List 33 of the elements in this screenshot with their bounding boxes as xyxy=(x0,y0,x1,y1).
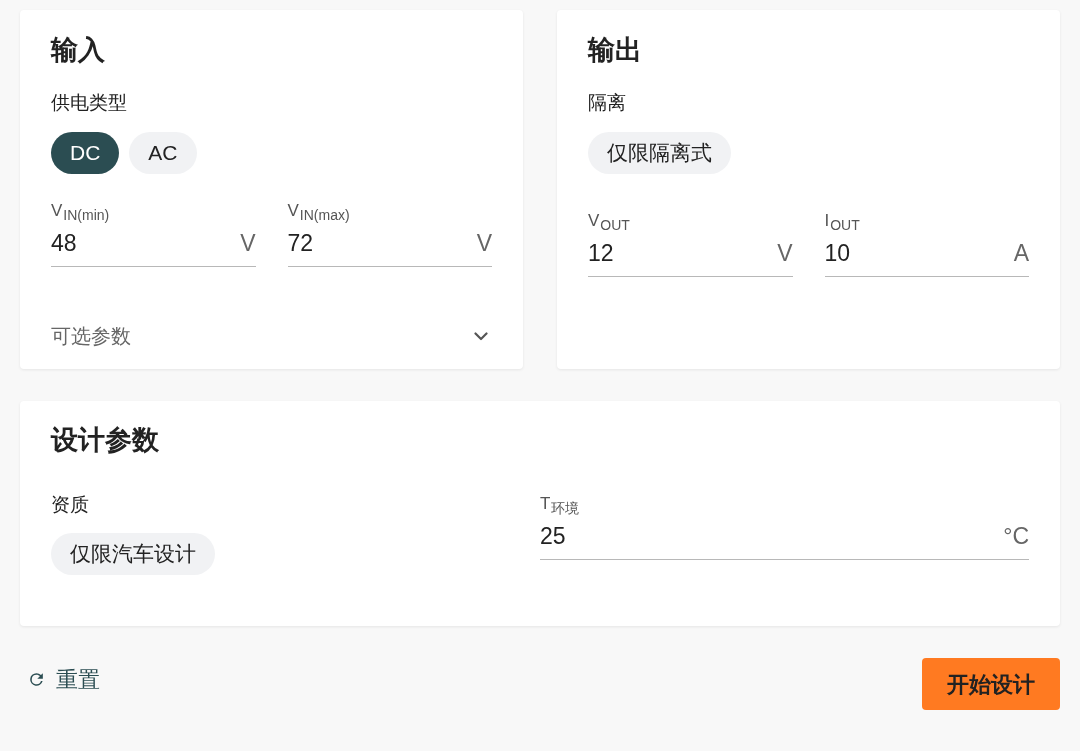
field-value: 48 xyxy=(51,229,77,258)
field-label: V$_{IN(max)}$ xyxy=(287,200,351,225)
input-field[interactable]: 25 °C xyxy=(540,521,1029,560)
unit-label: V xyxy=(476,229,492,258)
field-label: T$_{环境}$ xyxy=(540,493,581,518)
unit-label: °C xyxy=(1003,522,1029,551)
field-value: 25 xyxy=(540,522,566,551)
input-field[interactable]: 72 V xyxy=(287,228,492,267)
field-label: I$_{OUT}$ xyxy=(824,210,861,235)
option-chip[interactable]: AC xyxy=(129,132,197,174)
section-title: 输出 xyxy=(588,34,643,66)
option-chip[interactable]: DC xyxy=(51,132,120,174)
field-label: V$_{OUT}$ xyxy=(588,210,631,235)
section-title: 设计参数 xyxy=(51,424,160,456)
field-value: 72 xyxy=(287,229,314,258)
option-chip[interactable]: 仅限隔离式 xyxy=(588,132,731,174)
input-field[interactable]: 10 A xyxy=(824,238,1029,277)
optional-parameters-toggle[interactable]: 可选参数 xyxy=(51,316,492,356)
section-title: 输入 xyxy=(51,34,106,66)
field-label: V$_{IN(min)}$ xyxy=(51,200,111,225)
unit-label: V xyxy=(240,229,256,258)
start-design-button[interactable]: 开始设计 xyxy=(922,658,1060,710)
group-label: 供电类型 xyxy=(51,91,128,115)
unit-label: V xyxy=(777,239,793,268)
field-value: 12 xyxy=(588,239,614,268)
input-field[interactable]: 12 V xyxy=(588,238,793,277)
group-label: 资质 xyxy=(51,493,90,517)
reset-button[interactable]: 重置 xyxy=(27,658,100,700)
option-chip[interactable]: 仅限汽车设计 xyxy=(51,533,215,575)
field-value: 10 xyxy=(824,239,851,268)
unit-label: A xyxy=(1013,239,1029,268)
input-field[interactable]: 48 V xyxy=(51,228,256,267)
group-label: 隔离 xyxy=(588,91,627,115)
